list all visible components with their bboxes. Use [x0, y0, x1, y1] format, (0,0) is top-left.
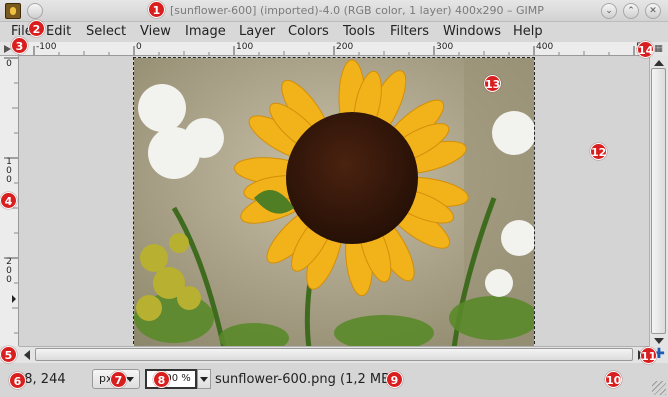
zoom-image-icon: ▦ — [654, 44, 663, 54]
callout-marker: 4 — [0, 192, 17, 209]
callout-marker: 14 — [637, 41, 654, 58]
triangle-right-icon — [4, 45, 11, 53]
callout-marker: 5 — [0, 346, 17, 363]
menu-view[interactable]: View — [140, 24, 171, 40]
chevron-down-icon — [200, 377, 208, 382]
vertical-scroll-thumb[interactable] — [651, 68, 666, 334]
sunflower-image — [134, 58, 534, 348]
menu-select[interactable]: Select — [86, 24, 126, 40]
chevron-down-icon: ⌄ — [605, 6, 613, 16]
menu-layer[interactable]: Layer — [239, 24, 275, 40]
menu-edit[interactable]: Edit — [46, 24, 71, 40]
image-canvas[interactable] — [133, 57, 535, 349]
ruler-label: 300 — [436, 42, 454, 52]
ruler-label: 400 — [536, 42, 554, 52]
status-message: sunflower-600.png (1,2 MB) — [215, 372, 396, 387]
gimp-app-icon[interactable] — [5, 3, 21, 19]
callout-marker: 6 — [9, 372, 26, 389]
ruler-label: 200 — [6, 257, 12, 285]
callout-marker: 13 — [484, 75, 501, 92]
window-menu-button[interactable] — [27, 3, 43, 19]
ruler-label: 100 — [236, 42, 254, 52]
callout-marker: 3 — [11, 37, 28, 54]
scroll-down-icon[interactable] — [654, 338, 664, 344]
horizontal-scroll-thumb[interactable] — [35, 348, 633, 361]
ruler-ticks — [33, 46, 635, 55]
chevron-up-icon: ⌃ — [627, 6, 635, 16]
ruler-label: 0 — [136, 42, 142, 52]
window-title: [sunflower-600] (imported)-4.0 (RGB colo… — [170, 4, 544, 17]
callout-marker: 8 — [153, 371, 170, 388]
menu-windows[interactable]: Windows — [443, 24, 501, 40]
close-icon: ✕ — [649, 6, 657, 16]
scroll-up-icon[interactable] — [654, 60, 664, 66]
resize-grip[interactable] — [652, 381, 666, 395]
callout-marker: 12 — [590, 143, 607, 160]
close-button[interactable]: ✕ — [645, 3, 661, 19]
ruler-label: 0 — [6, 59, 12, 69]
callout-marker: 7 — [110, 371, 127, 388]
minimize-button[interactable]: ⌄ — [601, 3, 617, 19]
ruler-label: 200 — [336, 42, 354, 52]
menu-help[interactable]: Help — [513, 24, 543, 40]
callout-marker: 9 — [386, 371, 403, 388]
callout-marker: 11 — [640, 347, 657, 364]
maximize-button[interactable]: ⌃ — [623, 3, 639, 19]
scroll-left-icon[interactable] — [24, 350, 30, 360]
menu-filters[interactable]: Filters — [390, 24, 429, 40]
callout-marker: 1 — [148, 1, 165, 18]
ruler-label: -100 — [36, 42, 57, 52]
callout-marker: 2 — [28, 20, 45, 37]
horizontal-ruler[interactable]: -100 0 100 200 300 400 500 — [19, 42, 649, 56]
menu-tools[interactable]: Tools — [343, 24, 375, 40]
callout-marker: 10 — [605, 371, 622, 388]
chevron-down-icon — [126, 377, 134, 382]
ruler-label: 100 — [6, 157, 12, 185]
menu-colors[interactable]: Colors — [288, 24, 329, 40]
menu-image[interactable]: Image — [185, 24, 226, 40]
